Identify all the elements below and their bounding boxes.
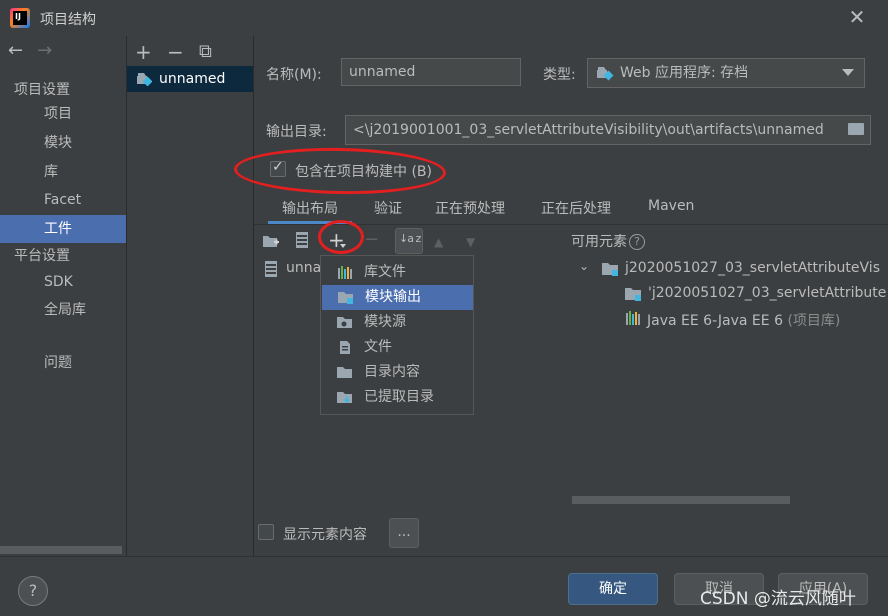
dialog-footer: ? 确定 取消 应用(A) CSDN @流云风随叶 [0, 556, 888, 616]
module-output-icon [625, 288, 641, 301]
available-library-item[interactable]: Java EE 6-Java EE 6 (项目库) [647, 310, 840, 330]
menu-item-module-source[interactable]: 模块源 [321, 310, 473, 335]
tab-validation[interactable]: 验证 [374, 198, 402, 224]
close-icon[interactable]: ✕ [846, 6, 868, 28]
tab-maven[interactable]: Maven [648, 198, 694, 224]
available-scrollbar[interactable] [572, 496, 790, 504]
expand-chevron-icon[interactable]: ⌄ [579, 259, 589, 273]
module-output-icon [338, 292, 353, 304]
help-button[interactable]: ? [18, 576, 48, 606]
directory-icon [337, 367, 352, 378]
available-elements-header: 可用元素? [571, 231, 645, 251]
available-module-item[interactable]: j2020051027_03_servletAttributeVis [625, 260, 880, 276]
menu-item-label: 库文件 [364, 264, 406, 280]
name-field[interactable]: unnamed [341, 58, 521, 86]
web-artifact-icon [137, 73, 152, 86]
artifact-item-unnamed[interactable]: unnamed [127, 66, 253, 92]
folder-icon[interactable] [848, 123, 864, 135]
output-dir-value: <\j2019001001_03_servletAttributeVisibil… [353, 122, 824, 138]
archive-icon [265, 261, 277, 277]
module-source-icon [337, 317, 352, 328]
settings-sidebar: ← → 项目设置 项目 模块 库 Facet 工件 平台设置 SDK 全局库 问题 [0, 36, 126, 556]
type-label: 类型: [543, 67, 576, 83]
tab-postprocessing[interactable]: 正在后处理 [541, 198, 611, 224]
menu-item-label: 目录内容 [364, 364, 420, 380]
menu-item-label: 文件 [364, 339, 392, 355]
move-down-icon[interactable]: ▼ [466, 235, 475, 249]
sort-elements-button[interactable]: ↓a z [395, 228, 423, 254]
back-arrow-icon[interactable]: ← [8, 40, 23, 61]
create-archive-icon[interactable] [296, 232, 308, 248]
watermark: CSDN @流云风随叶 [700, 589, 856, 609]
sort-alpha-icon: ↓a z [399, 232, 421, 245]
layout-root-item[interactable]: unna [286, 260, 321, 276]
sidebar-item-facet[interactable]: Facet [0, 186, 126, 214]
tab-bar: 输出布局 验证 正在预处理 正在后处理 Maven [254, 194, 888, 224]
artifact-item-label: unnamed [159, 71, 226, 87]
library-scope: (项目库) [787, 313, 841, 329]
ok-button[interactable]: 确定 [568, 573, 658, 605]
title-bar: IJ 项目结构 ✕ [0, 0, 888, 36]
nav-arrows: ← → [8, 40, 52, 61]
sidebar-item-libraries[interactable]: 库 [0, 158, 126, 186]
show-content-label: 显示元素内容 [283, 527, 367, 543]
forward-arrow-icon[interactable]: → [37, 40, 52, 61]
menu-item-module-output[interactable]: 模块输出 [322, 285, 473, 310]
move-up-icon[interactable]: ▲ [434, 235, 443, 249]
menu-item-label: 模块输出 [365, 289, 421, 305]
menu-item-file[interactable]: 文件 [321, 335, 473, 360]
available-elements-label: 可用元素 [571, 234, 627, 250]
annotation-circle-add-button [318, 220, 364, 254]
menu-item-extracted-directory[interactable]: 已提取目录 [321, 385, 473, 410]
sidebar-item-problems[interactable]: 问题 [0, 349, 126, 377]
menu-item-label: 已提取目录 [364, 389, 434, 405]
more-options-button[interactable]: ... [389, 518, 419, 548]
add-element-popup: 库文件 模块输出 模块源 文件 目录内容 已提取目录 [320, 255, 474, 415]
sidebar-item-artifacts[interactable]: 工件 [0, 215, 126, 243]
tab-preprocessing[interactable]: 正在预处理 [435, 198, 505, 224]
menu-item-directory-content[interactable]: 目录内容 [321, 360, 473, 385]
window-title: 项目结构 [40, 12, 96, 28]
sidebar-group-platform-settings: 平台设置 [14, 248, 70, 264]
remove-artifact-icon[interactable]: − [167, 40, 184, 64]
name-label: 名称(M): [266, 67, 322, 83]
remove-element-icon[interactable]: − [364, 229, 379, 250]
sidebar-item-project[interactable]: 项目 [0, 100, 126, 128]
type-value: Web 应用程序: 存档 [620, 65, 749, 81]
library-icon [338, 266, 352, 279]
available-module-output-item[interactable]: 'j2020051027_03_servletAttribute [648, 285, 886, 301]
module-folder-icon [602, 263, 618, 276]
library-icon [626, 311, 640, 325]
menu-item-label: 模块源 [364, 314, 406, 330]
show-content-checkbox[interactable] [258, 524, 274, 540]
output-dir-label: 输出目录: [266, 124, 327, 140]
artifact-list-panel: + − ⧉ unnamed [127, 36, 253, 556]
sidebar-item-sdk[interactable]: SDK [0, 268, 126, 296]
output-dir-field[interactable]: <\j2019001001_03_servletAttributeVisibil… [345, 115, 871, 145]
help-icon[interactable]: ? [629, 234, 645, 250]
intellij-logo-icon: IJ [10, 8, 30, 28]
annotation-circle-include-build [233, 146, 447, 196]
file-icon [340, 341, 350, 354]
sidebar-scrollbar[interactable] [0, 546, 122, 554]
web-app-icon [597, 67, 614, 81]
library-name: Java EE 6-Java EE 6 [647, 313, 783, 329]
type-combobox[interactable]: Web 应用程序: 存档 [587, 58, 865, 88]
sidebar-item-global-libraries[interactable]: 全局库 [0, 296, 126, 324]
copy-artifact-icon[interactable]: ⧉ [199, 41, 212, 62]
new-directory-icon[interactable] [262, 234, 280, 248]
extracted-dir-icon [337, 392, 352, 404]
sidebar-item-modules[interactable]: 模块 [0, 129, 126, 157]
menu-item-library-files[interactable]: 库文件 [321, 260, 473, 285]
chevron-down-icon [842, 69, 854, 76]
add-artifact-icon[interactable]: + [135, 40, 152, 64]
